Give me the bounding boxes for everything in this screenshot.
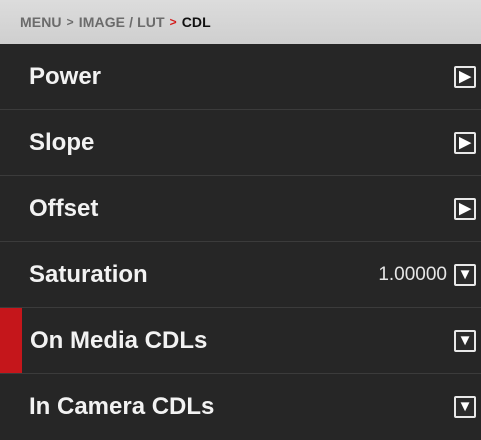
menu-list: Power ▶ Slope ▶ Offset ▶ Saturation 1.00… bbox=[0, 44, 481, 439]
menu-item-slope[interactable]: Slope ▶ bbox=[0, 110, 481, 176]
breadcrumb-image-lut[interactable]: IMAGE / LUT bbox=[79, 14, 165, 30]
chevron-down-icon[interactable]: ▼ bbox=[454, 329, 476, 352]
chevron-down-icon[interactable]: ▼ bbox=[454, 263, 476, 286]
saturation-value: 1.00000 bbox=[378, 263, 447, 285]
arrow-right-icon[interactable]: ▶ bbox=[454, 65, 476, 88]
breadcrumb: MENU > IMAGE / LUT > CDL bbox=[0, 0, 481, 44]
arrow-right-icon[interactable]: ▶ bbox=[454, 197, 476, 220]
menu-item-in-camera-cdls[interactable]: In Camera CDLs ▼ bbox=[0, 374, 481, 439]
breadcrumb-separator-active-icon: > bbox=[169, 15, 177, 29]
chevron-down-icon[interactable]: ▼ bbox=[454, 395, 476, 418]
menu-item-label: Power bbox=[29, 62, 102, 90]
menu-item-label: Offset bbox=[29, 194, 99, 222]
menu-item-on-media-cdls[interactable]: On Media CDLs ▼ bbox=[0, 308, 481, 374]
breadcrumb-current-cdl: CDL bbox=[181, 14, 211, 30]
breadcrumb-separator-icon: > bbox=[66, 15, 74, 29]
menu-item-label: On Media CDLs bbox=[30, 326, 208, 354]
menu-item-saturation[interactable]: Saturation 1.00000 ▼ bbox=[0, 242, 481, 308]
menu-item-label: Slope bbox=[29, 128, 95, 156]
menu-item-label: In Camera CDLs bbox=[29, 392, 215, 420]
breadcrumb-menu[interactable]: MENU bbox=[20, 14, 62, 30]
menu-item-label: Saturation bbox=[29, 260, 148, 288]
menu-item-offset[interactable]: Offset ▶ bbox=[0, 176, 481, 242]
selection-marker bbox=[0, 308, 22, 373]
cdl-menu-screen: MENU > IMAGE / LUT > CDL Power ▶ Slope ▶… bbox=[0, 0, 481, 440]
arrow-right-icon[interactable]: ▶ bbox=[454, 131, 476, 154]
menu-item-power[interactable]: Power ▶ bbox=[0, 44, 481, 110]
